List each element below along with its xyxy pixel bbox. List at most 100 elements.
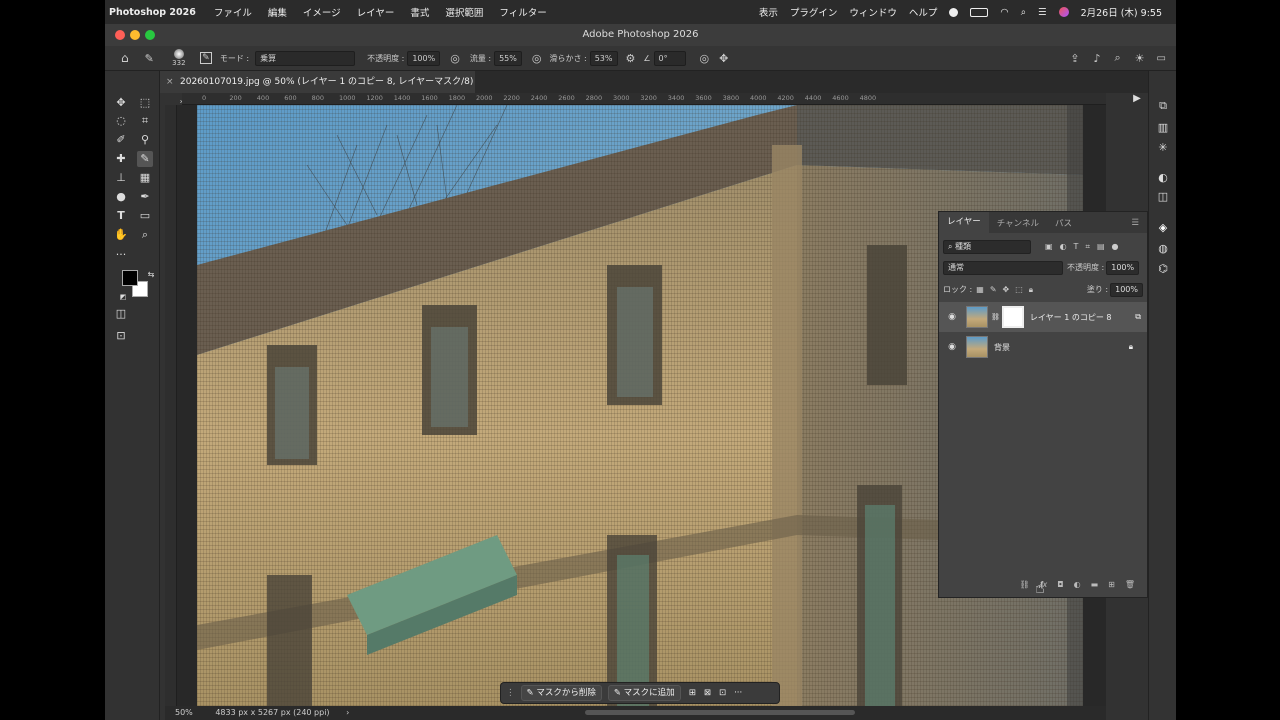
siri-icon[interactable] [1058,7,1069,17]
properties-icon[interactable]: ✳ [1155,140,1171,156]
smoothing-field[interactable]: 53% [589,50,618,66]
notifications-icon[interactable]: ♪ [1093,52,1100,65]
mode-select[interactable]: 乗算 [255,50,356,66]
brush-preset-picker[interactable]: 332 [168,49,190,67]
control-center-icon[interactable]: ☰ [1038,7,1047,18]
mask-option-icon-1[interactable]: ⊞ [689,688,696,698]
tab-channels[interactable]: チャンネル [989,217,1047,229]
record-icon[interactable] [949,7,959,17]
more-tools-icon[interactable]: ··· [113,247,129,263]
hand-tool-icon[interactable]: ✋ [113,227,129,243]
layer-thumbnail[interactable] [966,336,988,358]
foreground-color-swatch[interactable] [122,270,138,286]
menu-edit[interactable]: 編集 [268,5,287,19]
menu-filter[interactable]: フィルター [499,5,546,19]
fill-field[interactable]: 100% [1110,282,1143,297]
blend-mode-select[interactable]: 通常 [943,260,1063,275]
mask-option-icon-3[interactable]: ⊡ [719,688,726,698]
zoom-level[interactable]: 50% [175,708,193,717]
lock-transparent-icon[interactable]: ▦ [976,285,984,294]
default-colors-icon[interactable]: ◩ [115,289,131,305]
visibility-eye-icon[interactable]: ◉ [943,312,961,322]
quick-mask-icon[interactable]: ◫ [113,306,129,322]
filter-shape-icon[interactable]: ⌗ [1085,242,1090,252]
screen-mode-icon[interactable]: ⊡ [113,328,129,344]
menu-layer[interactable]: レイヤー [357,5,395,19]
swap-colors-icon[interactable]: ⇆ [143,267,159,283]
tab-layers[interactable]: レイヤー [939,212,989,233]
filter-toggle-icon[interactable]: ● [1112,242,1119,251]
visibility-eye-icon[interactable]: ◉ [943,342,961,352]
share-icon[interactable]: ⇪ [1070,52,1079,65]
symmetry-icon[interactable]: ✥ [719,52,728,65]
brush-tool-icon[interactable]: ✎ [145,52,154,65]
link-layers-icon[interactable]: ⛓ [1020,580,1030,589]
gradient-tool-icon[interactable]: ▦ [137,170,153,186]
filter-smart-icon[interactable]: ▤ [1097,242,1105,251]
move-tool-icon[interactable]: ✥ [113,95,129,111]
layer-row[interactable]: ◉ 背景 🔒︎ [939,332,1147,362]
type-tool-icon[interactable]: T [113,208,129,224]
adjustments-icon[interactable]: ◐ [1155,170,1171,186]
angle-field[interactable]: 0° [653,50,686,66]
marquee-tool-icon[interactable]: ⬚ [137,95,153,111]
filter-type-icon[interactable]: T [1074,242,1079,251]
healing-brush-tool-icon[interactable]: ✚ [113,151,129,167]
mask-option-icon-2[interactable]: ⊠ [704,688,711,698]
filter-pixel-icon[interactable]: ▣ [1045,242,1053,251]
document-tab[interactable]: × 20260107019.jpg @ 50% (レイヤー 1 のコピー 8, … [160,71,475,109]
history-icon[interactable]: ⧉ [1155,98,1171,114]
document-info[interactable]: 4833 px x 5267 px (240 ppi) [215,708,329,717]
mask-link-icon[interactable]: ⛓ [991,313,1000,321]
zoom-tool-icon[interactable]: ⌕ [137,227,153,243]
lasso-tool-icon[interactable]: ◌ [113,113,129,129]
layers-dock-icon[interactable]: ◈ [1155,220,1171,236]
tab-paths[interactable]: パス [1047,217,1080,229]
airbrush-icon[interactable]: ◎ [532,52,542,65]
opacity-field[interactable]: 100% [407,50,441,66]
zoom-window-icon[interactable] [145,30,155,40]
paths-dock-icon[interactable]: ⌬ [1155,261,1171,277]
menu-window[interactable]: ウィンドウ [849,5,897,19]
menu-type[interactable]: 書式 [410,5,429,19]
eyedropper-tool-icon[interactable]: ⚲ [137,132,153,148]
search-icon[interactable]: ⌕ [1115,51,1121,65]
pressure-size-icon[interactable]: ◎ [700,52,710,65]
layer-row[interactable]: ◉ ⛓ レイヤー 1 のコピー 8 ⧉ [939,302,1147,332]
flow-field[interactable]: 55% [494,50,522,66]
clone-stamp-tool-icon[interactable]: ⊥ [113,170,129,186]
brush-settings-icon[interactable]: ✎ [199,52,212,64]
remove-from-mask-button[interactable]: ✎ マスクから削除 [520,685,602,701]
vertical-ruler[interactable] [165,105,177,706]
lock-position-icon[interactable]: ✥ [1003,285,1010,294]
brush-tool-button[interactable]: ✎ [137,151,153,167]
close-tab-icon[interactable]: × [166,71,174,93]
add-to-mask-button[interactable]: ✎ マスクに追加 [607,685,681,701]
menu-plugins[interactable]: プラグイン [790,5,838,19]
lock-pixels-icon[interactable]: ✎ [990,285,997,294]
pressure-opacity-icon[interactable]: ◎ [450,52,460,65]
more-options-icon[interactable]: ··· [734,688,742,698]
menu-select[interactable]: 選択範囲 [445,5,483,19]
libraries-icon[interactable]: ◫ [1155,189,1171,205]
layer-thumbnail[interactable] [966,306,988,328]
menu-file[interactable]: ファイル [214,5,252,19]
menu-image[interactable]: イメージ [303,5,341,19]
discover-icon[interactable]: ☀ [1135,52,1145,65]
pen-tool-icon[interactable]: ✒ [137,189,153,205]
new-adjustment-icon[interactable]: ◐ [1074,580,1081,589]
smoothing-settings-icon[interactable]: ⚙ [626,52,636,65]
new-group-icon[interactable]: ▬ [1091,580,1099,589]
play-icon[interactable]: ▶ [1129,91,1145,107]
layer-opacity-field[interactable]: 100% [1106,260,1140,275]
app-menu[interactable]: Photoshop 2026 [109,7,196,18]
close-window-icon[interactable] [115,30,125,40]
horizontal-scrollbar[interactable] [585,710,855,715]
menubar-clock[interactable]: 2月26日 (木) 9:55 [1081,5,1162,19]
lock-artboard-icon[interactable]: ⬚ [1015,285,1023,294]
drag-handle-icon[interactable]: ⋮ [506,688,515,698]
histogram-icon[interactable]: ▥ [1155,120,1171,136]
status-arrow-icon[interactable]: › [346,708,349,717]
add-mask-icon[interactable]: ◘ [1057,580,1063,589]
layer-name[interactable]: レイヤー 1 のコピー 8 [1030,312,1112,323]
